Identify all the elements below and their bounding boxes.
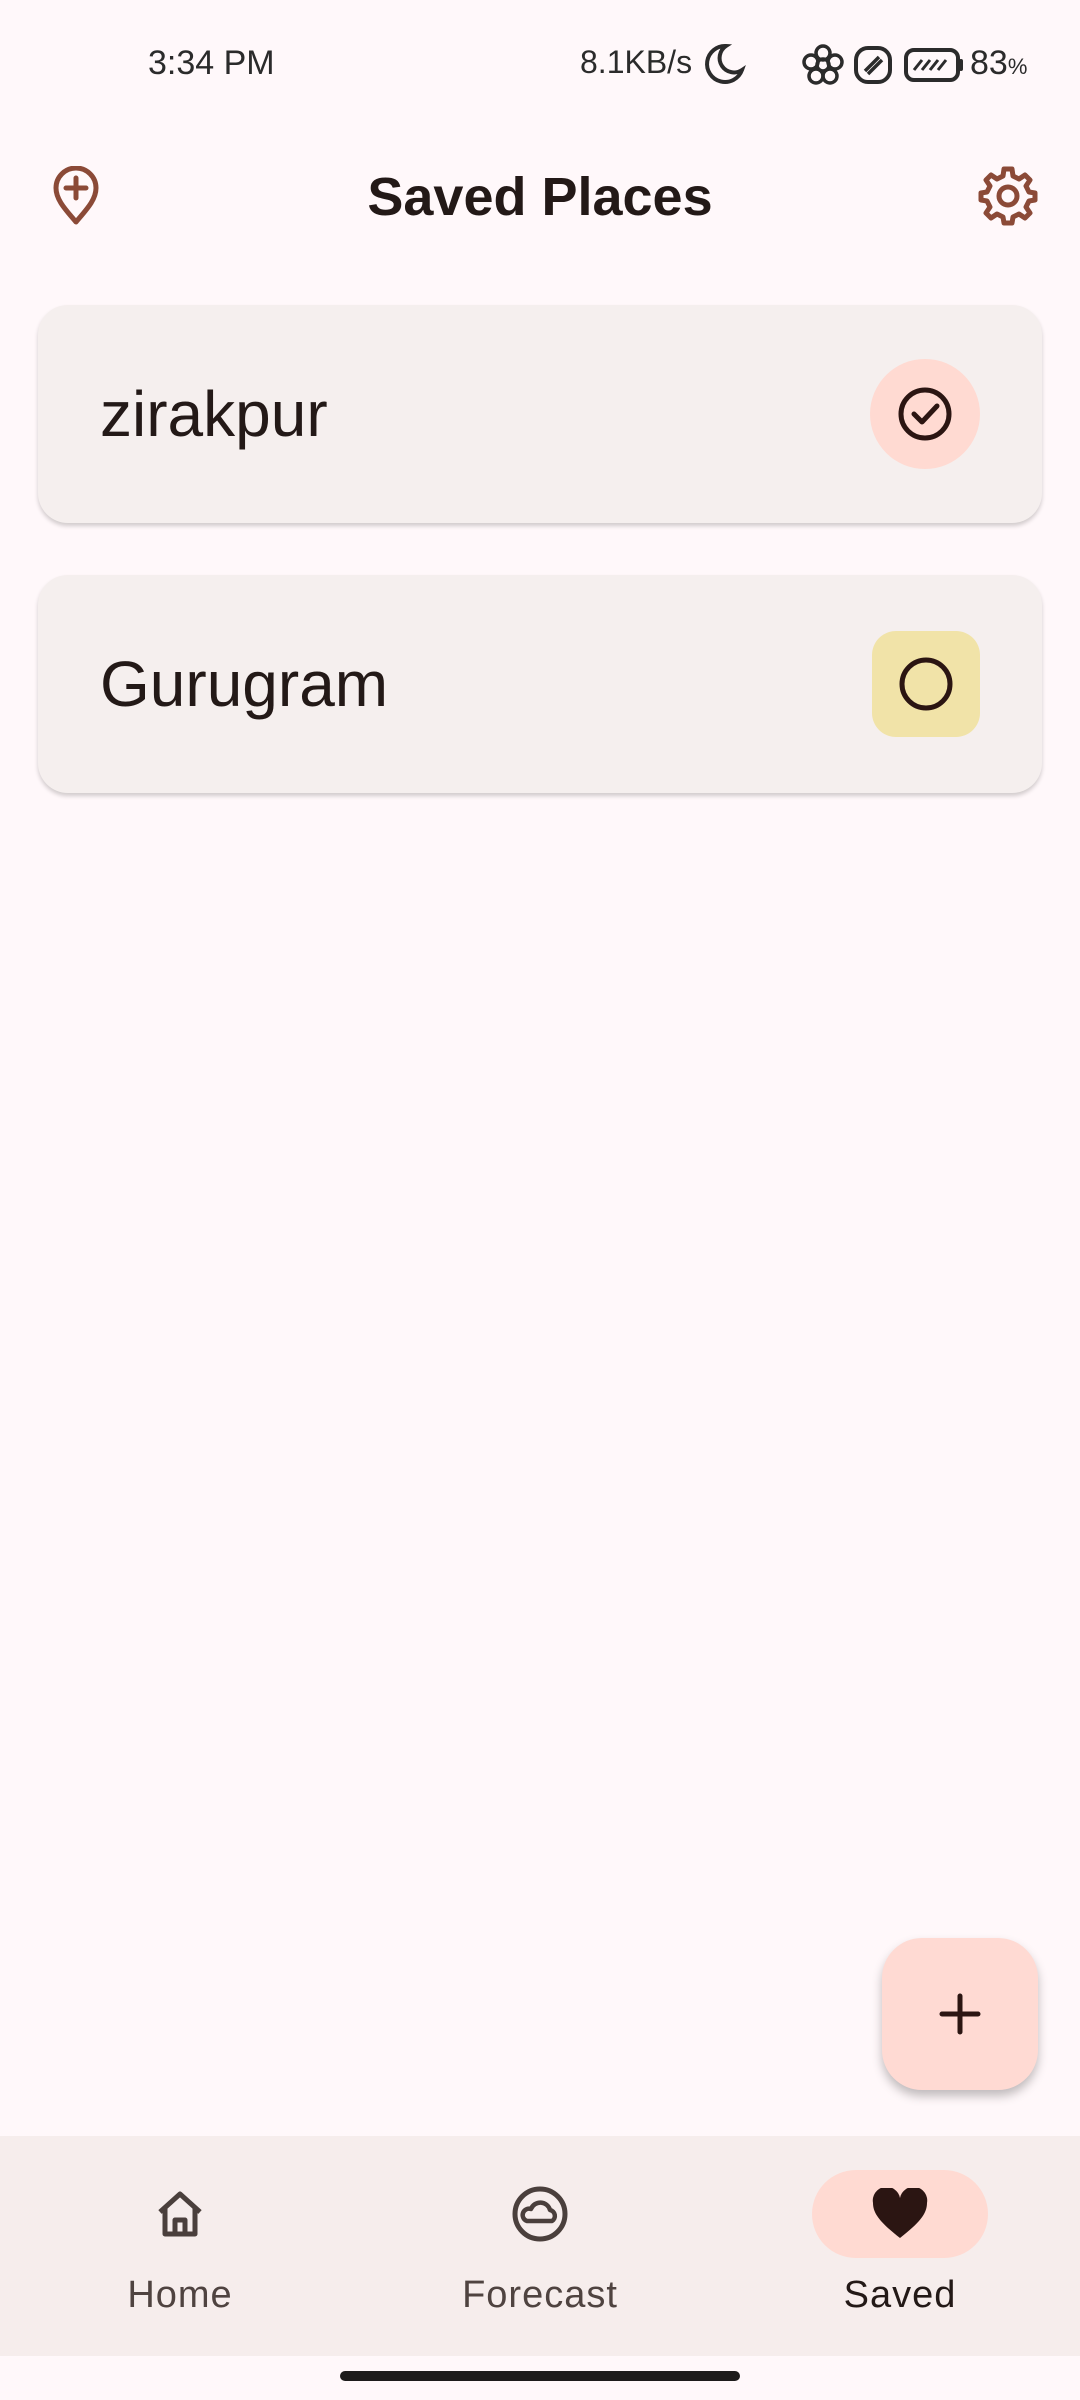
place-card-gurugram[interactable]: Gurugram xyxy=(38,575,1042,793)
slash-box-icon xyxy=(854,46,892,84)
cloud-icon xyxy=(512,2186,568,2242)
bottom-navigation: Home Forecast Saved xyxy=(0,2136,1080,2356)
nav-indicator xyxy=(92,2170,268,2258)
place-card-zirakpur[interactable]: zirakpur xyxy=(38,305,1042,523)
heart-icon xyxy=(872,2188,928,2238)
status-time: 3:34 PM xyxy=(148,44,275,82)
gesture-home-bar[interactable] xyxy=(340,2371,740,2381)
battery-icon xyxy=(904,48,963,82)
top-app-bar: Saved Places xyxy=(0,130,1080,260)
page-title: Saved Places xyxy=(367,167,713,227)
nav-label: Forecast xyxy=(462,2274,618,2316)
empty-circle-icon xyxy=(899,657,953,711)
plus-icon xyxy=(939,1993,981,2035)
nav-item-home[interactable]: Home xyxy=(0,2136,360,2356)
check-circle-icon xyxy=(898,387,952,441)
nav-label: Saved xyxy=(843,2274,957,2316)
status-battery-percent: 83% xyxy=(970,44,1028,82)
select-place-button[interactable] xyxy=(872,631,980,737)
place-name: zirakpur xyxy=(100,378,328,450)
nav-item-saved[interactable]: Saved xyxy=(720,2136,1080,2356)
select-place-button[interactable] xyxy=(870,359,980,469)
nav-indicator-active xyxy=(812,2170,988,2258)
moon-icon xyxy=(705,43,746,84)
nav-label: Home xyxy=(127,2274,233,2316)
status-bar: 3:34 PM 8.1KB/s 83% xyxy=(0,0,1080,130)
nav-item-forecast[interactable]: Forecast xyxy=(360,2136,720,2356)
place-name: Gurugram xyxy=(100,648,389,720)
flower-icon xyxy=(802,44,844,85)
home-icon xyxy=(158,2191,202,2237)
settings-button[interactable] xyxy=(972,160,1044,232)
status-net-speed: 8.1KB/s xyxy=(580,44,693,80)
add-place-fab[interactable] xyxy=(882,1938,1038,2090)
nav-indicator xyxy=(452,2170,628,2258)
gear-icon xyxy=(978,166,1038,226)
